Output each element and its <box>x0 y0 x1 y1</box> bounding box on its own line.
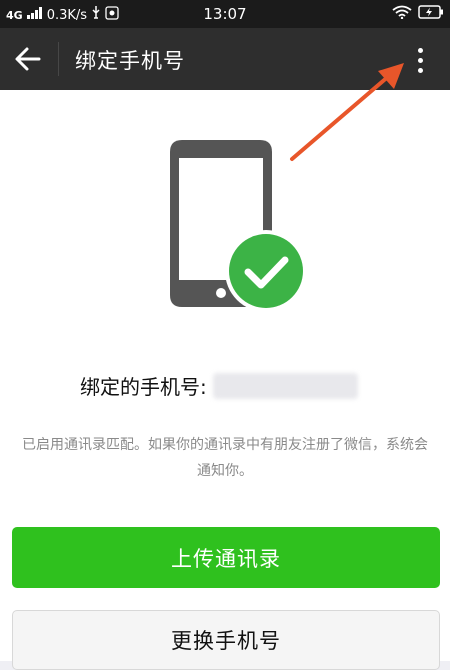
upload-contacts-button[interactable]: 上传通讯录 <box>12 527 440 588</box>
appbar-divider <box>58 42 59 76</box>
contact-match-description: 已启用通讯录匹配。如果你的通讯录中有朋友注册了微信，系统会通知你。 <box>22 437 428 479</box>
status-bar: 4G 0.3K/s 13:07 <box>0 0 450 28</box>
bound-phone-row: 绑定的手机号: <box>80 371 358 400</box>
page-title: 绑定手机号 <box>75 49 185 73</box>
check-circle-icon <box>225 230 307 312</box>
main-content: 绑定的手机号: 已启用通讯录匹配。如果你的通讯录中有朋友注册了微信，系统会通知你… <box>0 90 450 670</box>
phone-bound-illustration <box>170 140 307 312</box>
arrow-left-icon <box>15 47 41 71</box>
status-time: 13:07 <box>203 5 247 23</box>
change-phone-button[interactable]: 更换手机号 <box>12 610 440 670</box>
wifi-icon <box>392 5 412 23</box>
bound-phone-label: 绑定的手机号: <box>80 375 207 399</box>
back-button[interactable] <box>14 46 42 72</box>
more-vertical-icon <box>408 48 432 73</box>
app-bar: 绑定手机号 <box>0 28 450 90</box>
status-right <box>392 5 444 23</box>
bound-phone-value-redacted <box>212 372 358 399</box>
more-options-button[interactable] <box>408 46 432 74</box>
battery-icon <box>418 5 444 23</box>
